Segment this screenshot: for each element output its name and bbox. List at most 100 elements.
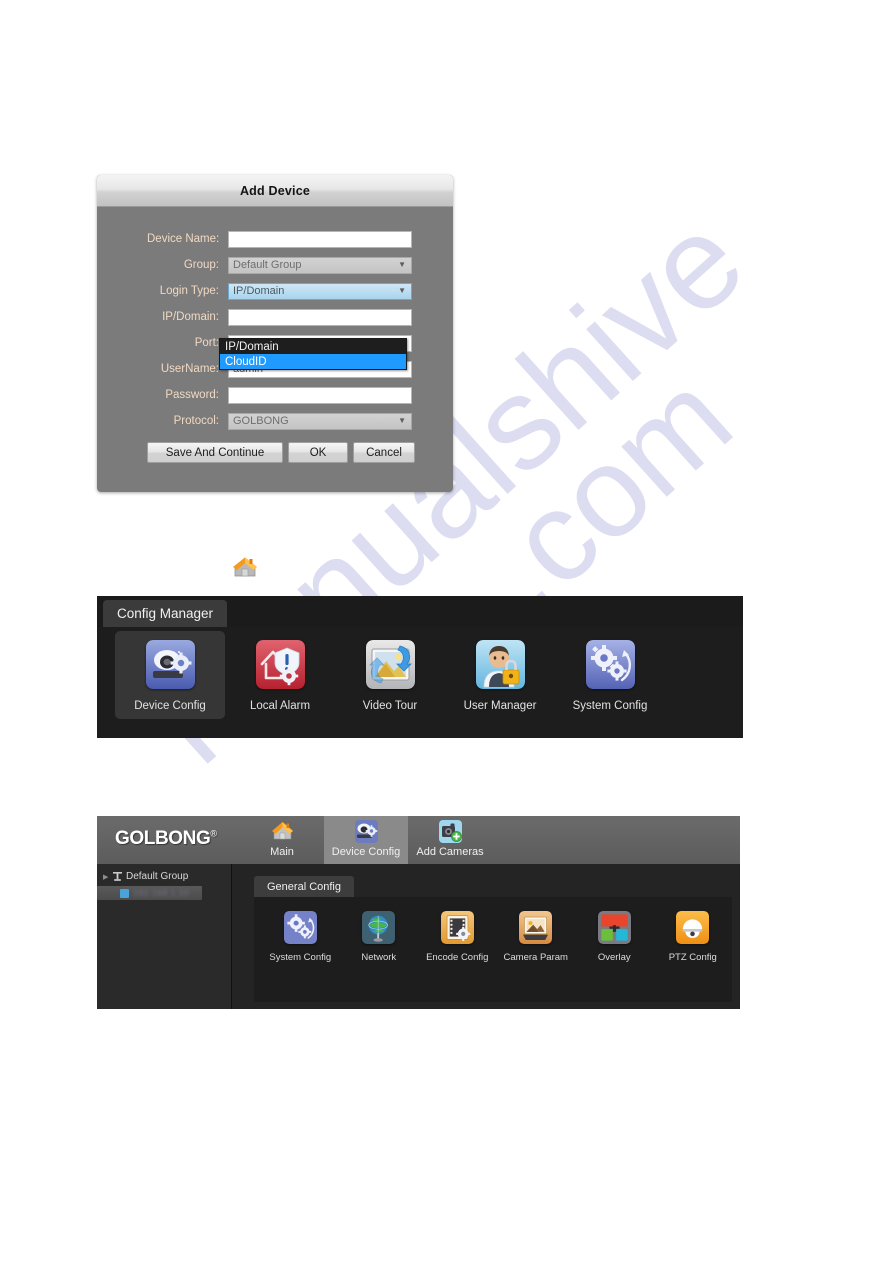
save-and-continue-button[interactable]: Save And Continue <box>147 442 283 463</box>
tree-device-label: 192.168.1.10 <box>133 888 190 898</box>
add-camera-icon <box>438 819 463 844</box>
tab-main[interactable]: Main <box>240 816 324 864</box>
network-globe-icon <box>362 911 396 944</box>
system-config-icon <box>283 911 317 944</box>
dialog-button-bar: Save And Continue OK Cancel <box>147 442 415 463</box>
device-config-content-panel: General Config System Config Network Enc… <box>232 864 740 1009</box>
general-config-item-label: PTZ Config <box>668 952 717 963</box>
label-port: Port: <box>194 337 219 349</box>
encode-config-icon <box>440 911 474 944</box>
general-config-item-camera-param[interactable]: Camera Param <box>497 911 576 963</box>
general-config-item-ptz-config[interactable]: PTZ Config <box>654 911 733 963</box>
system-config-icon <box>585 640 635 689</box>
tab-label: Add Cameras <box>416 846 484 858</box>
general-config-item-network[interactable]: Network <box>340 911 419 963</box>
general-config-item-encode-config[interactable]: Encode Config <box>418 911 497 963</box>
config-item-label: User Manager <box>463 700 537 712</box>
general-config-item-overlay[interactable]: Overlay <box>575 911 654 963</box>
overlay-icon <box>597 911 631 944</box>
label-username: UserName: <box>160 363 219 375</box>
config-item-label: Video Tour <box>362 700 418 712</box>
config-item-label: System Config <box>572 700 648 712</box>
label-login-type: Login Type: <box>159 285 219 297</box>
dropdown-option-ip-domain[interactable]: IP/Domain <box>220 339 406 354</box>
application-tabs: Main Device Config Add Cameras <box>240 816 492 864</box>
label-device-name: Device Name: <box>147 233 220 245</box>
form-row-login-type: Login Type: IP/Domain ▼ <box>97 281 453 301</box>
config-item-device-config[interactable]: Device Config <box>115 631 225 719</box>
config-item-label: Local Alarm <box>249 700 311 712</box>
device-icon <box>120 888 129 898</box>
tab-add-cameras[interactable]: Add Cameras <box>408 816 492 864</box>
login-type-select-value: IP/Domain <box>233 285 285 297</box>
chevron-down-icon: ▼ <box>398 286 406 295</box>
form-row-password: Password: <box>97 385 453 405</box>
local-alarm-icon <box>255 640 305 689</box>
tab-label: Main <box>270 846 294 858</box>
dialog-title-bar: Add Device <box>97 175 453 207</box>
protocol-select[interactable]: GOLBONG ▼ <box>228 412 412 430</box>
protocol-select-value: GOLBONG <box>233 415 289 427</box>
group-select[interactable]: Default Group ▼ <box>228 256 412 274</box>
dialog-body: Device Name: Group: Default Group ▼ Logi… <box>97 207 453 492</box>
tree-item-default-group[interactable]: ▶ Default Group <box>97 869 231 884</box>
config-item-local-alarm[interactable]: Local Alarm <box>225 631 335 719</box>
device-name-input[interactable] <box>228 230 412 248</box>
user-manager-icon <box>475 640 525 689</box>
general-config-item-label: Encode Config <box>426 952 489 963</box>
label-group: Group: <box>183 259 219 271</box>
home-icon <box>270 819 295 844</box>
form-row-protocol: Protocol: GOLBONG ▼ <box>97 411 453 431</box>
tree-item-device[interactable]: 192.168.1.10 <box>97 886 202 900</box>
config-item-system-config[interactable]: System Config <box>555 631 665 719</box>
label-ip-domain: IP/Domain: <box>162 311 219 323</box>
login-type-dropdown-list: IP/Domain CloudID <box>219 338 407 370</box>
group-icon <box>112 871 123 882</box>
add-device-dialog: Add Device Device Name: Group: Default G… <box>97 175 453 492</box>
form-row-device-name: Device Name: <box>97 229 453 249</box>
config-manager-panel: Config Manager Device Config Local Alarm… <box>97 596 743 738</box>
tab-device-config[interactable]: Device Config <box>324 816 408 864</box>
login-type-select[interactable]: IP/Domain ▼ <box>228 282 412 300</box>
application-main-area: ▶ Default Group 192.168.1.10 General Con… <box>97 864 740 1009</box>
chevron-right-icon[interactable]: ▶ <box>103 873 112 881</box>
tab-general-config[interactable]: General Config <box>254 876 354 897</box>
general-config-items: System Config Network Encode Config Came… <box>254 911 732 963</box>
video-tour-icon <box>365 640 415 689</box>
password-input[interactable] <box>228 386 412 404</box>
config-manager-items: Device Config Local Alarm Video Tour Use… <box>115 631 665 719</box>
config-item-user-manager[interactable]: User Manager <box>445 631 555 719</box>
tab-config-manager[interactable]: Config Manager <box>103 600 228 627</box>
brand-trademark: ® <box>210 828 217 839</box>
golbong-logo: GOLBONG® <box>115 828 217 850</box>
cancel-button[interactable]: Cancel <box>353 442 415 463</box>
chevron-down-icon: ▼ <box>398 260 406 269</box>
device-config-icon <box>354 819 379 844</box>
dropdown-option-cloudid[interactable]: CloudID <box>220 354 406 369</box>
general-config-item-label: Overlay <box>597 952 631 963</box>
brand-name: GOLBONG <box>115 828 211 849</box>
label-protocol: Protocol: <box>173 415 219 427</box>
ip-domain-input[interactable] <box>228 308 412 326</box>
general-config-item-system-config[interactable]: System Config <box>261 911 340 963</box>
config-item-label: Device Config <box>134 700 206 712</box>
main-application-window: GOLBONG® Main Device Config Add Cameras … <box>97 816 740 1009</box>
device-tree-panel: ▶ Default Group 192.168.1.10 <box>97 864 232 1009</box>
chevron-down-icon: ▼ <box>398 416 406 425</box>
tree-group-label: Default Group <box>126 871 189 882</box>
home-icon[interactable] <box>231 554 259 579</box>
config-manager-tab-label: Config Manager <box>117 606 214 621</box>
group-select-value: Default Group <box>233 259 302 271</box>
general-config-body: System Config Network Encode Config Came… <box>254 897 732 1002</box>
dialog-title: Add Device <box>239 183 311 198</box>
tab-label: Device Config <box>331 846 401 858</box>
ptz-config-icon <box>676 911 710 944</box>
config-item-video-tour[interactable]: Video Tour <box>335 631 445 719</box>
camera-param-icon <box>519 911 553 944</box>
application-top-bar: GOLBONG® Main Device Config Add Cameras <box>97 816 740 864</box>
general-config-item-label: Network <box>361 952 397 963</box>
ok-button[interactable]: OK <box>288 442 348 463</box>
general-config-tab-label: General Config <box>267 880 341 893</box>
device-config-icon <box>145 640 195 689</box>
general-config-item-label: System Config <box>269 952 332 963</box>
